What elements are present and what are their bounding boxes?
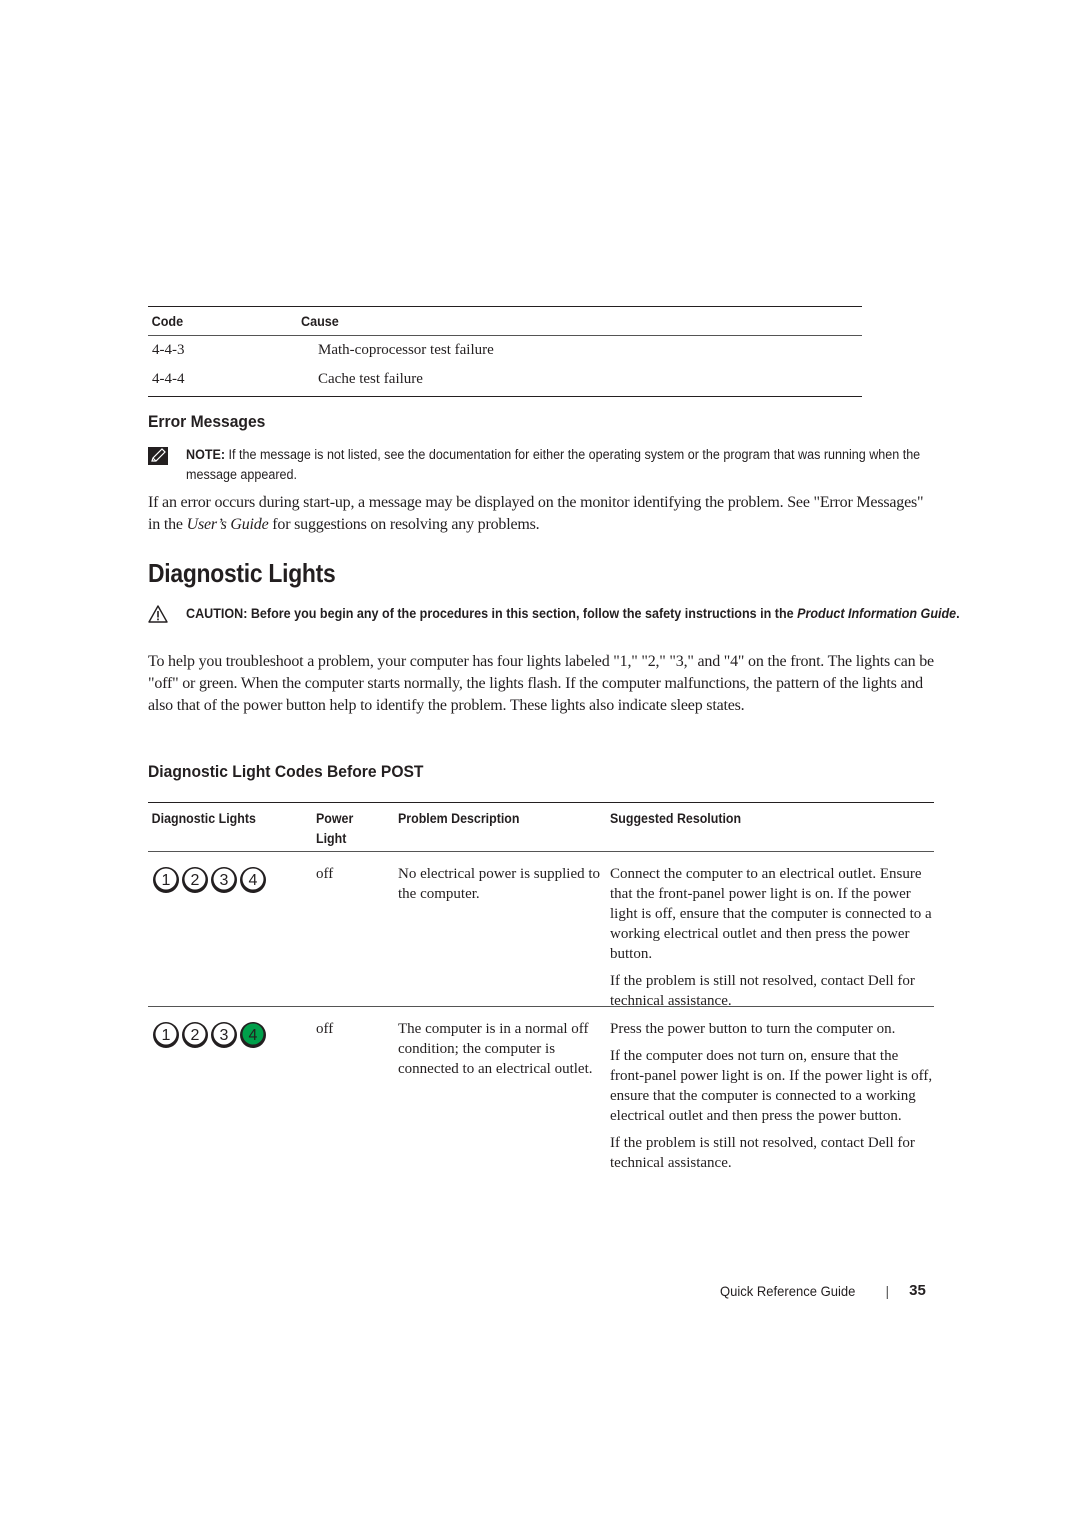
code-value: 4-4-3 [152, 342, 185, 358]
power-light-value: off [316, 866, 334, 882]
caution-end: . [956, 606, 960, 621]
pencil-note-icon [148, 447, 168, 465]
light-label: 3 [220, 1027, 229, 1044]
page-number: 35 [909, 1282, 926, 1299]
cause-value: Cache test failure [318, 371, 423, 387]
caution-label: CAUTION: [186, 606, 248, 621]
suggested-resolution: Connect the computer to an electrical ou… [610, 862, 934, 1009]
header-code: Code [151, 313, 184, 329]
code-table-header: Code Cause [148, 307, 791, 335]
light-label: 2 [191, 1027, 200, 1044]
header-diagnostic-lights: Diagnostic Lights [151, 811, 256, 826]
light-codes-heading: Diagnostic Light Codes Before POST [148, 762, 424, 781]
header-power-line2: Light [316, 831, 347, 846]
error-messages-paragraph: If an error occurs during start-up, a me… [148, 492, 938, 536]
note-label: NOTE: [186, 447, 226, 462]
diagnostic-light-4-on: 4 [240, 1022, 266, 1048]
power-light-value: off [316, 1021, 334, 1037]
resolution-paragraph: Connect the computer to an electrical ou… [610, 866, 932, 962]
problem-description: The computer is in a normal off conditio… [398, 1021, 593, 1077]
light-label: 4 [249, 1027, 258, 1044]
light-pattern: 1 2 3 4 [152, 862, 316, 894]
code-value: 4-4-4 [152, 371, 185, 387]
resolution-paragraph: If the problem is still not resolved, co… [610, 973, 915, 1009]
light-label: 4 [249, 872, 258, 889]
note-text: If the message is not listed, see the do… [186, 447, 921, 482]
table-row: 1 2 3 4 off The computer is in a normal off… [148, 1007, 934, 1217]
diagnostic-lights-cell: 1 2 3 4 [148, 1017, 316, 1217]
code-table: Code Cause 4-4-3 Math-coprocessor test f… [148, 306, 862, 397]
resolution-paragraph: If the computer does not turn on, ensure… [610, 1048, 933, 1124]
header-power-light: Power Light [316, 809, 391, 851]
diagnostic-light-2-off: 2 [182, 867, 208, 893]
light-codes-table: Diagnostic Lights Power Light Problem Des… [148, 802, 934, 1217]
table-row: 1 2 3 4 off No electrical power is supplied… [148, 852, 934, 1009]
header-problem-description: Problem Description [398, 811, 520, 826]
light-pattern: 1 2 3 4 [152, 1017, 316, 1049]
footer-separator: | [885, 1282, 890, 1299]
light-label: 1 [162, 872, 171, 889]
diagnostic-lights-heading: Diagnostic Lights [148, 558, 336, 588]
diagnostic-light-1-off: 1 [153, 867, 179, 893]
caution-text: Before you begin any of the procedures i… [247, 606, 798, 621]
suggested-resolution: Press the power button to turn the compu… [610, 1017, 934, 1217]
table-bottom-rule [148, 396, 862, 397]
header-power-line1: Power [316, 811, 354, 826]
light-label: 3 [220, 872, 229, 889]
warning-triangle-icon [148, 605, 168, 623]
light-label: 1 [162, 1027, 171, 1044]
table-row: 4-4-3 Math-coprocessor test failure [148, 336, 862, 365]
resolution-paragraph: Press the power button to turn the compu… [610, 1021, 896, 1037]
error-messages-heading: Error Messages [148, 412, 266, 431]
diagnostic-light-2-off: 2 [182, 1022, 208, 1048]
note-block: NOTE: If the message is not listed, see … [148, 445, 938, 485]
diagnostic-light-3-off: 3 [211, 867, 237, 893]
light-label: 2 [191, 872, 200, 889]
product-info-guide-reference: Product Information Guide [797, 606, 957, 621]
diagnostic-lights-intro: To help you troubleshoot a problem, your… [148, 653, 934, 714]
page-footer: Quick Reference Guide | 35 [720, 1282, 926, 1299]
diagnostic-light-3-off: 3 [211, 1022, 237, 1048]
diagnostic-light-1-off: 1 [153, 1022, 179, 1048]
cause-value: Math-coprocessor test failure [318, 342, 494, 358]
header-suggested-resolution: Suggested Resolution [610, 811, 742, 826]
table-row: 4-4-4 Cache test failure [148, 365, 862, 394]
light-codes-header: Diagnostic Lights Power Light Problem Des… [148, 803, 934, 851]
para-text: for suggestions on resolving any problem… [268, 516, 540, 533]
header-cause: Cause [301, 313, 339, 329]
users-guide-reference: User’s Guide [186, 516, 269, 533]
diagnostic-lights-cell: 1 2 3 4 [148, 862, 316, 1006]
diagnostic-light-4-off: 4 [240, 867, 266, 893]
problem-description: No electrical power is supplied to the c… [398, 866, 601, 902]
caution-block: CAUTION: Before you begin any of the pro… [148, 604, 960, 624]
guide-title: Quick Reference Guide [720, 1282, 856, 1299]
resolution-paragraph: If the problem is still not resolved, co… [610, 1135, 915, 1171]
